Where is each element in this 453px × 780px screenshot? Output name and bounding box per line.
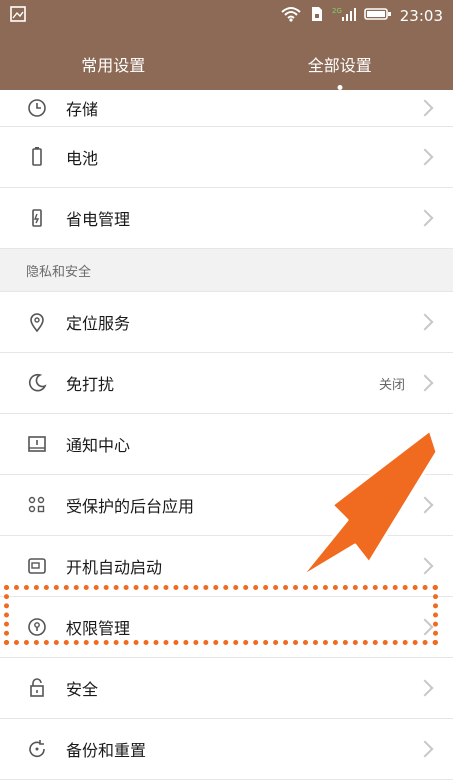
lock-icon	[26, 677, 48, 699]
settings-row-location[interactable]: 定位服务	[0, 292, 453, 353]
settings-row-dnd[interactable]: 免打扰 关闭	[0, 353, 453, 414]
startup-icon	[26, 555, 48, 577]
chevron-right-icon	[416, 679, 434, 697]
chevron-right-icon	[416, 313, 434, 331]
settings-row-backup-reset[interactable]: 备份和重置	[0, 719, 453, 780]
power-saving-icon	[26, 207, 48, 229]
sim-icon	[310, 6, 324, 26]
apps-icon	[26, 494, 48, 516]
location-icon	[26, 311, 48, 333]
section-header-privacy: 隐私和安全	[0, 249, 453, 292]
chevron-right-icon	[416, 557, 434, 575]
clock-time: 23:03	[399, 7, 443, 25]
settings-row-battery[interactable]: 电池	[0, 127, 453, 188]
settings-list: 存储 电池 省电管理 隐私和安全 定位服务 免打扰 关闭 通知中心 受保护的后台…	[0, 90, 453, 780]
signal-icon: 2G	[332, 6, 356, 26]
chevron-right-icon	[416, 618, 434, 636]
settings-label: 开机自动启动	[66, 558, 163, 577]
backup-icon	[26, 738, 48, 760]
settings-label: 安全	[66, 680, 99, 699]
settings-label: 权限管理	[66, 619, 131, 638]
status-icons: 2G 23:03	[280, 6, 443, 26]
settings-label: 定位服务	[66, 314, 131, 333]
status-bar: 2G 23:03	[0, 0, 453, 30]
settings-label: 受保护的后台应用	[66, 497, 195, 516]
chevron-right-icon	[416, 740, 434, 758]
svg-text:2G: 2G	[332, 7, 342, 15]
settings-label: 免打扰	[66, 375, 115, 394]
chevron-right-icon	[416, 148, 434, 166]
settings-tabs: 常用设置 全部设置	[0, 44, 453, 84]
clock-icon	[26, 97, 48, 119]
tab-all-settings[interactable]: 全部设置	[298, 48, 382, 80]
settings-label: 电池	[66, 149, 99, 168]
settings-label: 通知中心	[66, 436, 131, 455]
battery-icon	[26, 146, 48, 168]
top-header: 2G 23:03 常用设置 全部设置	[0, 0, 453, 90]
dnd-status-value: 关闭	[378, 377, 405, 393]
settings-row-protected-apps[interactable]: 受保护的后台应用	[0, 475, 453, 536]
chevron-right-icon	[416, 374, 434, 392]
chevron-right-icon	[416, 496, 434, 514]
wifi-icon	[280, 6, 302, 26]
settings-row-security[interactable]: 安全	[0, 658, 453, 719]
settings-row-auto-start[interactable]: 开机自动启动	[0, 536, 453, 597]
settings-row-power-saving[interactable]: 省电管理	[0, 188, 453, 249]
settings-label: 存储	[66, 100, 99, 119]
settings-label: 省电管理	[66, 210, 131, 229]
notification-icon	[26, 433, 48, 455]
chevron-right-icon	[416, 209, 434, 227]
moon-icon	[26, 372, 48, 394]
chevron-right-icon	[416, 435, 434, 453]
settings-row-notification-center[interactable]: 通知中心	[0, 414, 453, 475]
chevron-right-icon	[416, 99, 434, 117]
settings-row-permission-management[interactable]: 权限管理	[0, 597, 453, 658]
permission-icon	[26, 616, 48, 638]
image-icon	[10, 6, 26, 22]
settings-row-storage[interactable]: 存储	[0, 90, 453, 127]
settings-label: 备份和重置	[66, 741, 147, 760]
battery-icon	[363, 6, 392, 26]
tab-common-settings[interactable]: 常用设置	[71, 48, 155, 80]
